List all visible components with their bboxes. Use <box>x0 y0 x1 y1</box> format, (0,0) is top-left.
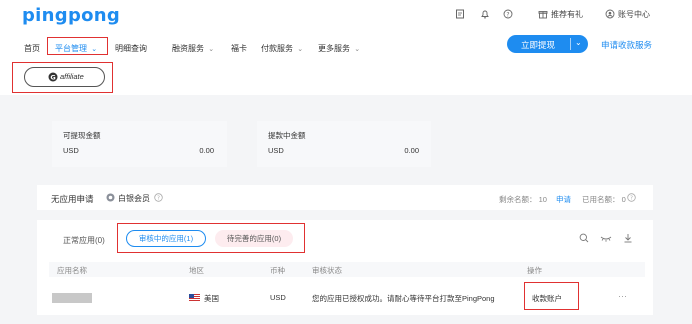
nav-payment-label: 付款服务 <box>261 44 293 53</box>
affiliate-label: affiliate <box>60 72 84 81</box>
app-name-redacted <box>52 293 92 303</box>
balance-amount: 0.00 <box>404 146 419 155</box>
chevron-down-icon[interactable]: ⌄ <box>575 38 582 47</box>
used-quota: 已用名额： 0 <box>582 194 626 205</box>
chevron-down-icon: ⌄ <box>297 46 304 53</box>
nav-detail-query[interactable]: 明细查询 <box>115 43 147 54</box>
nav-more[interactable]: 更多服务 ⌄ <box>318 43 360 54</box>
apply-receiving-service-link[interactable]: 申请收款服务 <box>601 39 652 51</box>
help-icon[interactable]: ? <box>154 193 163 202</box>
balance-currency: USD <box>268 146 284 155</box>
nav-payment[interactable]: 付款服务 ⌄ <box>261 43 303 54</box>
region: 美国 <box>204 294 219 303</box>
table-row: 美国 USD 您的应用已授权成功。请耐心等待平台打款至PingPong 收款账户… <box>49 280 645 310</box>
withdraw-button[interactable]: 立即提现 ⌄ <box>507 35 588 53</box>
referral-link[interactable]: 推荐有礼 <box>551 9 583 20</box>
apps-table-card: 正常应用(0) 审核中的应用(1) 待完善的应用(0) 应用名称 地区 币种 审… <box>37 220 653 315</box>
nav-platform-label: 平台管理 <box>55 44 87 53</box>
remaining-label: 剩余名额： <box>499 195 537 204</box>
svg-text:G: G <box>50 73 55 81</box>
help-icon[interactable]: ? <box>503 9 513 19</box>
svg-text:?: ? <box>157 196 160 202</box>
affiliate-logo-icon: G <box>48 72 58 82</box>
used-label: 已用名额： <box>582 195 620 204</box>
balance-title: 提款中金额 <box>268 131 306 140</box>
available-balance-card: 可提现金额 USD 0.00 <box>52 121 227 167</box>
app-section-header: 无应用申请 白银会员 ? 剩余名额： 10 申请 已用名额： 0 ? <box>37 185 653 210</box>
tab-in-review-apps[interactable]: 审核中的应用(1) <box>126 230 206 247</box>
nav-home[interactable]: 首页 <box>24 43 40 54</box>
clipboard-icon[interactable] <box>455 9 465 19</box>
balance-title: 可提现金额 <box>63 131 101 140</box>
bell-icon[interactable] <box>480 9 490 19</box>
chevron-down-icon: ⌄ <box>91 46 98 53</box>
remaining-quota: 剩余名额： 10 <box>499 194 547 205</box>
balance-amount: 0.00 <box>199 146 214 155</box>
logo[interactable]: pingpong <box>22 5 120 26</box>
col-region: 地区 <box>189 266 204 275</box>
affiliate-button[interactable]: G affiliate <box>24 67 105 87</box>
apply-link[interactable]: 申请 <box>556 194 571 205</box>
tab-pending-apps[interactable]: 待完善的应用(0) <box>215 230 293 247</box>
used-value: 0 <box>621 195 626 204</box>
withdraw-label: 立即提现 <box>521 40 556 50</box>
gift-icon[interactable] <box>538 9 548 19</box>
account-center-link[interactable]: 账号中心 <box>618 9 650 20</box>
app-section-title: 无应用申请 <box>51 194 94 204</box>
receiving-account-link[interactable]: 收款账户 <box>532 293 562 304</box>
more-icon[interactable]: ··· <box>618 291 627 301</box>
nav-financing-label: 融资服务 <box>172 44 204 53</box>
withdrawing-balance-card: 提款中金额 USD 0.00 <box>257 121 431 167</box>
search-icon[interactable] <box>579 233 589 243</box>
tab-normal-apps[interactable]: 正常应用(0) <box>63 235 105 246</box>
user-icon[interactable] <box>605 9 615 19</box>
eye-closed-icon[interactable] <box>600 233 612 243</box>
table-header <box>49 262 645 277</box>
chevron-down-icon: ⌄ <box>208 46 215 53</box>
col-app-name: 应用名称 <box>57 266 87 275</box>
download-icon[interactable] <box>623 233 633 243</box>
svg-text:?: ? <box>506 11 509 18</box>
nav-financing[interactable]: 融资服务 ⌄ <box>172 43 214 54</box>
col-action: 操作 <box>527 266 542 275</box>
nav-platform-management[interactable]: 平台管理 ⌄ <box>55 43 97 54</box>
balance-currency: USD <box>63 146 79 155</box>
nav-more-label: 更多服务 <box>318 44 350 53</box>
member-badge-icon <box>106 193 115 202</box>
currency: USD <box>270 293 286 302</box>
svg-text:?: ? <box>630 196 633 202</box>
remaining-value: 10 <box>538 195 547 204</box>
us-flag-icon <box>189 294 200 301</box>
nav-card[interactable]: 福卡 <box>231 43 247 54</box>
button-divider <box>570 38 571 50</box>
chevron-down-icon: ⌄ <box>354 46 361 53</box>
help-icon[interactable]: ? <box>627 193 636 202</box>
member-level: 白银会员 <box>118 194 150 203</box>
col-currency: 币种 <box>270 266 285 275</box>
review-status: 您的应用已授权成功。请耐心等待平台打款至PingPong <box>312 294 495 303</box>
col-status: 审核状态 <box>312 266 342 275</box>
